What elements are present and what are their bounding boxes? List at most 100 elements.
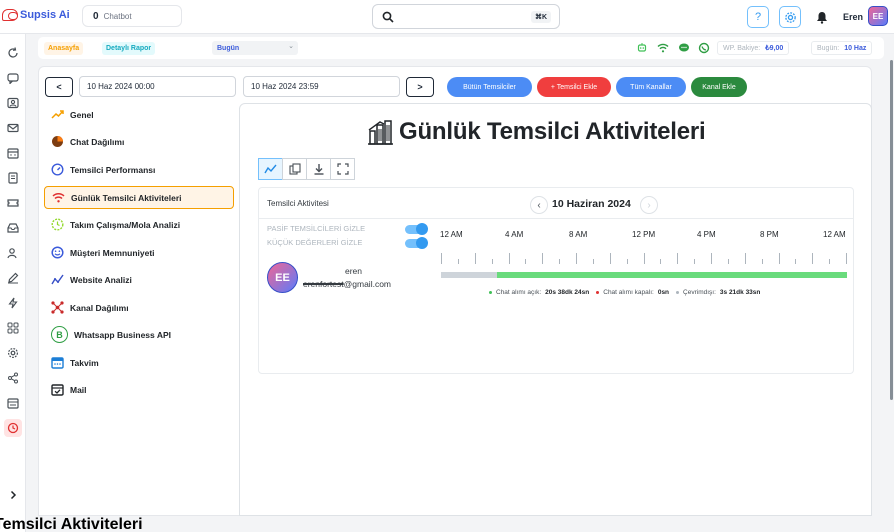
ticket-icon[interactable] <box>6 196 20 210</box>
logo-text: Supsis Ai <box>20 9 70 21</box>
agent-avatar[interactable]: EE <box>267 262 298 293</box>
reports-clock-icon[interactable] <box>4 419 22 437</box>
activity-online-bar[interactable] <box>497 272 847 278</box>
hide-small-toggle[interactable] <box>405 237 428 249</box>
chart-header: Temsilci Aktivitesi ‹ 10 Haziran 2024 › <box>259 188 853 219</box>
download-button[interactable] <box>306 158 331 180</box>
menu-item-mail[interactable]: Mail <box>44 378 234 401</box>
add-agent-button[interactable]: + Temsilci Ekle <box>537 77 611 97</box>
menu-item-label: Takım Çalışma/Mola Analizi <box>70 219 181 230</box>
menu-item-team-work-break[interactable]: Takım Çalışma/Mola Analizi <box>44 213 234 236</box>
message-status-icon[interactable] <box>678 42 690 54</box>
today-value: 10 Haz <box>844 44 867 52</box>
chatbot-selector[interactable]: 0 Chatbot <box>82 5 182 27</box>
fullscreen-icon <box>336 163 349 175</box>
line-chart-button[interactable] <box>258 158 283 180</box>
chevron-left-icon: ‹ <box>537 199 541 211</box>
menu-item-label: Genel <box>70 109 94 120</box>
chevron-left-icon: < <box>56 82 62 92</box>
day-prev-button[interactable]: ‹ <box>530 196 548 214</box>
search-input[interactable]: ⌘K <box>372 4 560 29</box>
whatsapp-icon[interactable] <box>698 42 710 54</box>
menu-item-label: Mail <box>70 384 87 395</box>
help-button[interactable]: ? <box>747 6 769 28</box>
menu-item-website-analysis[interactable]: Website Analizi <box>44 268 234 291</box>
refresh-icon[interactable] <box>6 46 20 60</box>
wifi-icon[interactable] <box>657 42 669 54</box>
hide-small-label: KÜÇÜK DEĞERLERİ GİZLE <box>267 238 363 247</box>
axis-tick <box>627 259 628 264</box>
cut-off-title: Temsilci Aktiviteleri <box>0 516 143 532</box>
all-channels-button[interactable]: Tüm Kanallar <box>616 77 686 97</box>
period-select[interactable]: Bugün ⌄ <box>212 41 298 55</box>
menu-item-calendar[interactable]: Takvim <box>44 351 234 374</box>
agent-email-domain: @gmail.com <box>343 279 392 289</box>
app-logo[interactable]: Supsis Ai <box>2 9 70 21</box>
day-next-button[interactable]: › <box>640 196 658 214</box>
contacts-icon[interactable] <box>6 96 20 110</box>
lightning-icon[interactable] <box>6 296 20 310</box>
axis-tick <box>559 259 560 264</box>
pie-chart-icon <box>51 135 64 148</box>
calendar-rail-icon[interactable] <box>6 146 20 160</box>
agent-name: eren <box>345 266 363 276</box>
axis-tick <box>610 253 611 264</box>
axis-tick <box>542 253 543 264</box>
chevron-right-icon: › <box>647 199 651 211</box>
inbox-icon[interactable] <box>6 221 20 235</box>
menu-item-general[interactable]: Genel <box>44 103 234 126</box>
menu-item-chat-distribution[interactable]: Chat Dağılımı <box>44 130 234 153</box>
page-scrollbar[interactable] <box>890 60 893 400</box>
menu-item-customer-satisfaction[interactable]: Müşteri Memnuniyeti <box>44 241 234 264</box>
network-icon <box>51 301 64 314</box>
bot-status-icon[interactable] <box>636 42 648 54</box>
breadcrumb-detailed-report[interactable]: Detaylı Rapor <box>102 42 156 55</box>
end-date-input[interactable]: 10 Haz 2024 23:59 <box>243 76 400 97</box>
notifications-button[interactable] <box>811 6 833 28</box>
settings-rail-icon[interactable] <box>6 346 20 360</box>
whatsapp-business-icon: B <box>51 326 68 343</box>
expand-rail-icon[interactable] <box>6 488 20 502</box>
left-rail <box>0 34 26 532</box>
users-icon[interactable] <box>6 246 20 260</box>
all-agents-button[interactable]: Bütün Temsilciler <box>447 77 532 97</box>
menu-item-label: Günlük Temsilci Aktiviteleri <box>71 192 182 203</box>
store-icon[interactable] <box>6 396 20 410</box>
add-channel-button[interactable]: Kanal Ekle <box>691 77 747 97</box>
menu-item-label: Temsilci Performansı <box>70 164 156 175</box>
copy-button[interactable] <box>282 158 307 180</box>
share-icon[interactable] <box>6 371 20 385</box>
settings-button[interactable] <box>779 6 801 28</box>
wp-balance-label: WP. Bakiye: <box>723 44 761 52</box>
start-date-input[interactable]: 10 Haz 2024 00:00 <box>79 76 236 97</box>
gauge-icon <box>51 163 64 176</box>
menu-item-label: Müşteri Memnuniyeti <box>70 247 155 258</box>
menu-item-daily-agent-activities[interactable]: Günlük Temsilci Aktiviteleri <box>44 186 234 209</box>
agent-email-hidden: erenfortest <box>303 279 344 289</box>
legend-open-label: Chat alımı açık: <box>496 289 542 296</box>
activity-track <box>441 272 847 278</box>
menu-item-whatsapp-business-api[interactable]: B Whatsapp Business API <box>44 323 234 346</box>
menu-item-label: Website Analizi <box>70 274 132 285</box>
menu-item-label: Takvim <box>70 357 99 368</box>
gear-icon <box>784 11 796 23</box>
help-icon: ? <box>754 11 762 23</box>
axis-tick <box>593 259 594 264</box>
date-prev-button[interactable]: < <box>45 77 73 97</box>
menu-item-agent-performance[interactable]: Temsilci Performansı <box>44 158 234 181</box>
breadcrumb-home[interactable]: Anasayfa <box>44 42 84 55</box>
document-icon[interactable] <box>6 171 20 185</box>
grid-icon[interactable] <box>6 321 20 335</box>
building-icon <box>368 120 393 145</box>
top-bar: Supsis Ai 0 Chatbot ⌘K ? Eren EE <box>0 0 894 34</box>
hide-passive-toggle[interactable] <box>405 223 428 235</box>
edit-icon[interactable] <box>6 271 20 285</box>
menu-item-channel-distribution[interactable]: Kanal Dağılımı <box>44 296 234 319</box>
chat-rail-icon[interactable] <box>6 71 20 85</box>
date-next-button[interactable]: > <box>406 77 434 97</box>
legend-dot-open <box>489 291 492 294</box>
mail-rail-icon[interactable] <box>6 121 20 135</box>
legend-dot-offline <box>676 291 680 294</box>
fullscreen-button[interactable] <box>330 158 355 180</box>
user-avatar[interactable]: EE <box>868 6 888 26</box>
